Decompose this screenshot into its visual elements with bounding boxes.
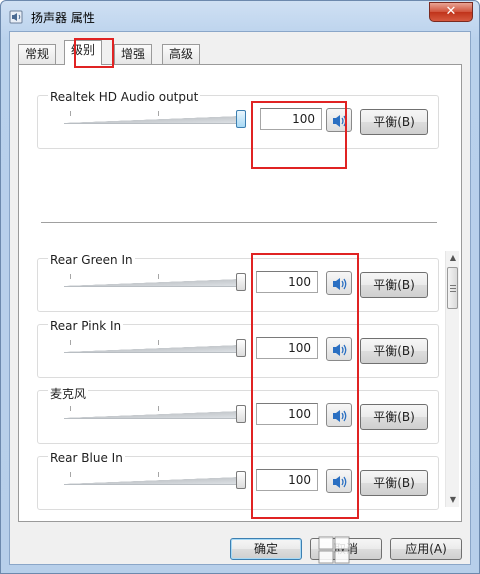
close-icon: ✕: [445, 4, 457, 19]
window-title: 扬声器 属性: [31, 11, 95, 25]
channel-slider-thumb[interactable]: [236, 405, 246, 423]
channel-label: Rear Pink In: [48, 319, 124, 333]
channel-group-rear-blue: Rear Blue In 100 平衡(B): [37, 451, 439, 510]
master-value-field[interactable]: 100: [260, 108, 322, 130]
channel-group-microphone: 麦克风 100 平衡(B): [37, 385, 439, 444]
client-area: 常规 级别 增强 高级 Realtek HD Audio output 100: [9, 31, 471, 565]
master-mute-button[interactable]: [326, 108, 352, 132]
vertical-scrollbar[interactable]: ▲ ▼: [445, 251, 459, 507]
channel-slider-track[interactable]: [64, 477, 242, 485]
channel-balance-button[interactable]: 平衡(B): [360, 470, 428, 496]
master-level-group: Realtek HD Audio output 100 平衡(B): [37, 90, 439, 149]
apply-button[interactable]: 应用(A): [390, 538, 462, 560]
channel-slider-thumb[interactable]: [236, 471, 246, 489]
channel-slider-track[interactable]: [64, 411, 242, 419]
levels-panel: Realtek HD Audio output 100 平衡(B) Rear G…: [18, 64, 462, 522]
scroll-down-icon[interactable]: ▼: [446, 493, 460, 507]
tab-general[interactable]: 常规: [18, 44, 57, 64]
channel-mute-button[interactable]: [326, 271, 352, 295]
separator: [41, 222, 437, 224]
speaker-icon: [333, 344, 347, 356]
channel-value-field[interactable]: 100: [256, 337, 318, 359]
ok-button[interactable]: 确定: [230, 538, 302, 560]
speaker-properties-icon: [9, 10, 23, 24]
channel-slider-track[interactable]: [64, 345, 242, 353]
grip-line: [450, 291, 456, 292]
master-slider-thumb[interactable]: [236, 110, 246, 128]
scroll-up-icon[interactable]: ▲: [446, 251, 460, 265]
cancel-button[interactable]: 取消: [310, 538, 382, 560]
channel-mute-button[interactable]: [326, 337, 352, 361]
tab-levels[interactable]: 级别: [64, 40, 103, 65]
grip-line: [450, 285, 456, 286]
channel-slider-track[interactable]: [64, 279, 242, 287]
master-balance-button[interactable]: 平衡(B): [360, 109, 428, 135]
channel-value-field[interactable]: 100: [256, 271, 318, 293]
channel-group-rear-green: Rear Green In 100 平衡(B): [37, 253, 439, 312]
speaker-icon: [333, 410, 347, 422]
channel-label: Rear Green In: [48, 253, 135, 267]
speaker-icon: [333, 115, 347, 127]
channel-slider-thumb[interactable]: [236, 339, 246, 357]
grip-line: [450, 288, 456, 289]
master-slider-track[interactable]: [64, 116, 242, 124]
channel-value-field[interactable]: 100: [256, 403, 318, 425]
master-label: Realtek HD Audio output: [48, 90, 201, 104]
speaker-icon: [333, 278, 347, 290]
channel-mute-button[interactable]: [326, 469, 352, 493]
channel-balance-button[interactable]: 平衡(B): [360, 404, 428, 430]
properties-window: 扬声器 属性 ✕ 常规 级别 增强 高级 Realtek HD Audio ou…: [0, 0, 480, 574]
channel-slider-thumb[interactable]: [236, 273, 246, 291]
channel-group-rear-pink: Rear Pink In 100 平衡(B): [37, 319, 439, 378]
close-button[interactable]: ✕: [429, 2, 473, 22]
tab-advanced[interactable]: 高级: [162, 44, 201, 64]
tab-enhancements[interactable]: 增强: [114, 44, 153, 64]
channel-label: 麦克风: [48, 385, 89, 402]
scroll-thumb[interactable]: [447, 267, 458, 309]
speaker-icon: [333, 476, 347, 488]
channel-value-field[interactable]: 100: [256, 469, 318, 491]
channel-label: Rear Blue In: [48, 451, 125, 465]
channel-balance-button[interactable]: 平衡(B): [360, 272, 428, 298]
channel-mute-button[interactable]: [326, 403, 352, 427]
title-bar[interactable]: 扬声器 属性 ✕: [1, 1, 479, 31]
channel-balance-button[interactable]: 平衡(B): [360, 338, 428, 364]
